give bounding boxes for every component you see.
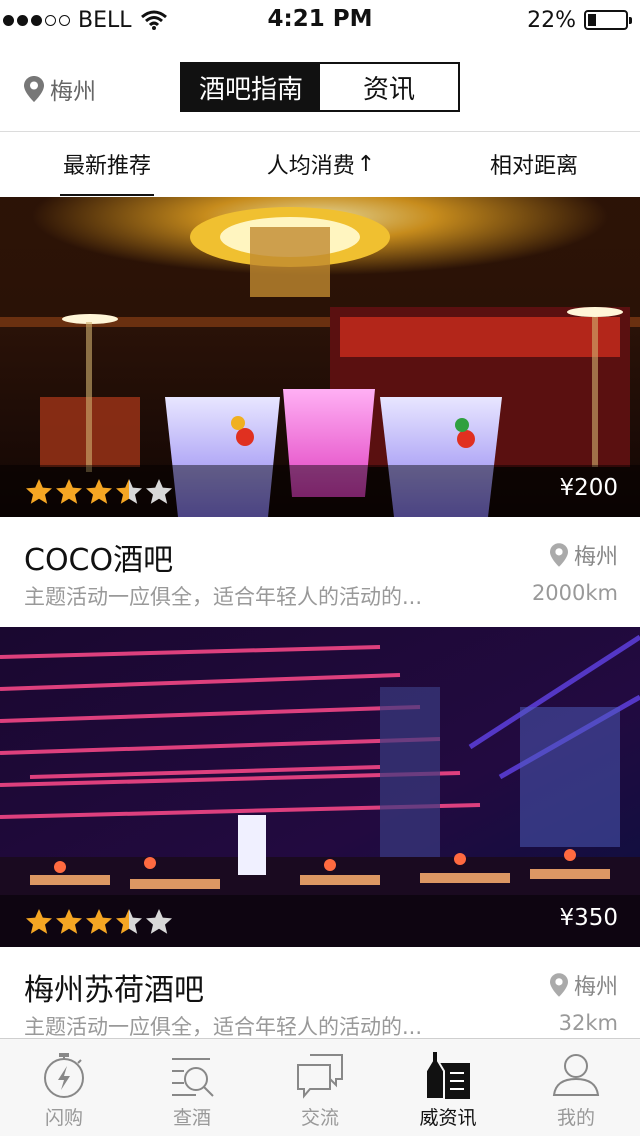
status-bar-left: BELL — [0, 6, 168, 34]
tab-label: 闪购 — [44, 1107, 83, 1129]
star-filled-icon — [86, 909, 112, 934]
filter-latest[interactable]: 最新推荐 — [0, 132, 214, 196]
tab-profile[interactable]: 我的 — [512, 1039, 640, 1136]
status-bar-right: 22% — [527, 6, 632, 34]
bar-photo[interactable]: ¥350 — [0, 627, 640, 947]
location-pin-icon — [549, 973, 568, 997]
location-pin-icon — [549, 543, 568, 567]
tab-label: 我的 — [556, 1107, 595, 1129]
bar-location: 梅州 — [549, 539, 618, 571]
signal-dot — [17, 14, 28, 26]
search-list-icon — [172, 1058, 214, 1097]
tab-label: 查酒 — [172, 1107, 211, 1129]
star-filled-icon — [26, 479, 52, 504]
active-underline — [60, 194, 154, 196]
tab-search-drinks[interactable]: 查酒 — [128, 1039, 256, 1136]
star-filled-icon — [56, 479, 82, 504]
star-half-icon — [116, 909, 142, 934]
wifi-icon — [140, 9, 168, 31]
star-filled-icon — [86, 479, 112, 504]
bar-description: 主题活动一应俱全，适合年轻人的活动的... — [24, 1015, 423, 1039]
star-filled-icon — [56, 909, 82, 934]
bar-distance: 32km — [558, 1011, 618, 1035]
city-selector[interactable]: 梅州 — [24, 72, 96, 106]
filter-distance[interactable]: 相对距离 — [428, 132, 640, 196]
segment-bar-guide[interactable]: 酒吧指南 — [182, 64, 320, 110]
filter-avg-spend[interactable]: 人均消费 ↑ — [214, 132, 428, 196]
price-label: ¥200 — [559, 475, 618, 501]
filter-bar: 最新推荐 人均消费 ↑ 相对距离 — [0, 132, 640, 196]
signal-dot — [31, 14, 42, 26]
filter-latest-label: 最新推荐 — [62, 154, 151, 179]
bar-photo[interactable]: ¥200 — [0, 197, 640, 517]
carrier-name: BELL — [78, 7, 132, 33]
star-empty-icon — [146, 479, 172, 504]
city-label: 梅州 — [50, 79, 96, 105]
battery-fill — [588, 14, 596, 26]
person-icon — [552, 1054, 600, 1096]
status-bar: BELL 4:21 PM 22% — [0, 0, 640, 40]
tab-flash-sale[interactable]: 闪购 — [0, 1039, 128, 1136]
bar-location: 梅州 — [549, 969, 618, 1001]
tab-news[interactable]: 威资讯 — [384, 1039, 512, 1136]
photo-overlay: ¥200 — [0, 465, 640, 517]
bar-distance: 2000km — [531, 581, 618, 605]
location-pin-icon — [24, 76, 44, 102]
stopwatch-bolt-icon — [44, 1053, 84, 1098]
rating-stars — [24, 907, 174, 937]
photo-overlay: ¥350 — [0, 895, 640, 947]
bar-name[interactable]: 梅州苏荷酒吧 — [24, 965, 204, 1009]
battery-cap — [629, 17, 632, 24]
signal-dot — [3, 14, 14, 26]
filter-avg-spend-label: 人均消费 — [266, 154, 355, 179]
nav-bar: 梅州 酒吧指南 资讯 — [0, 40, 640, 132]
bar-name[interactable]: COCO酒吧 — [24, 535, 173, 579]
tab-community[interactable]: 交流 — [256, 1039, 384, 1136]
segmented-control: 酒吧指南 资讯 — [180, 62, 460, 112]
battery-percent: 22% — [527, 7, 576, 33]
tab-label: 交流 — [300, 1107, 339, 1129]
tab-label: 威资讯 — [419, 1107, 477, 1129]
bar-location-label: 梅州 — [573, 545, 618, 570]
filter-distance-label: 相对距离 — [489, 154, 578, 179]
chat-bubbles-icon — [297, 1054, 343, 1099]
star-empty-icon — [146, 909, 172, 934]
rating-stars — [24, 477, 174, 507]
price-label: ¥350 — [559, 905, 618, 931]
star-filled-icon — [26, 909, 52, 934]
bar-location-label: 梅州 — [573, 975, 618, 1000]
bar-description: 主题活动一应俱全，适合年轻人的活动的... — [24, 585, 423, 609]
tab-bar: 闪购 查酒 交流 威资讯 我的 — [0, 1038, 640, 1136]
star-half-icon — [116, 479, 142, 504]
sort-arrow-up-icon: ↑ — [356, 151, 376, 177]
signal-dot — [45, 14, 56, 26]
bar-info: COCO酒吧 梅州 主题活动一应俱全，适合年轻人的活动的... 2000km — [0, 517, 640, 627]
signal-dot — [59, 14, 70, 26]
segment-news[interactable]: 资讯 — [320, 64, 458, 110]
battery-icon — [584, 10, 632, 30]
bottle-news-icon — [425, 1050, 470, 1100]
